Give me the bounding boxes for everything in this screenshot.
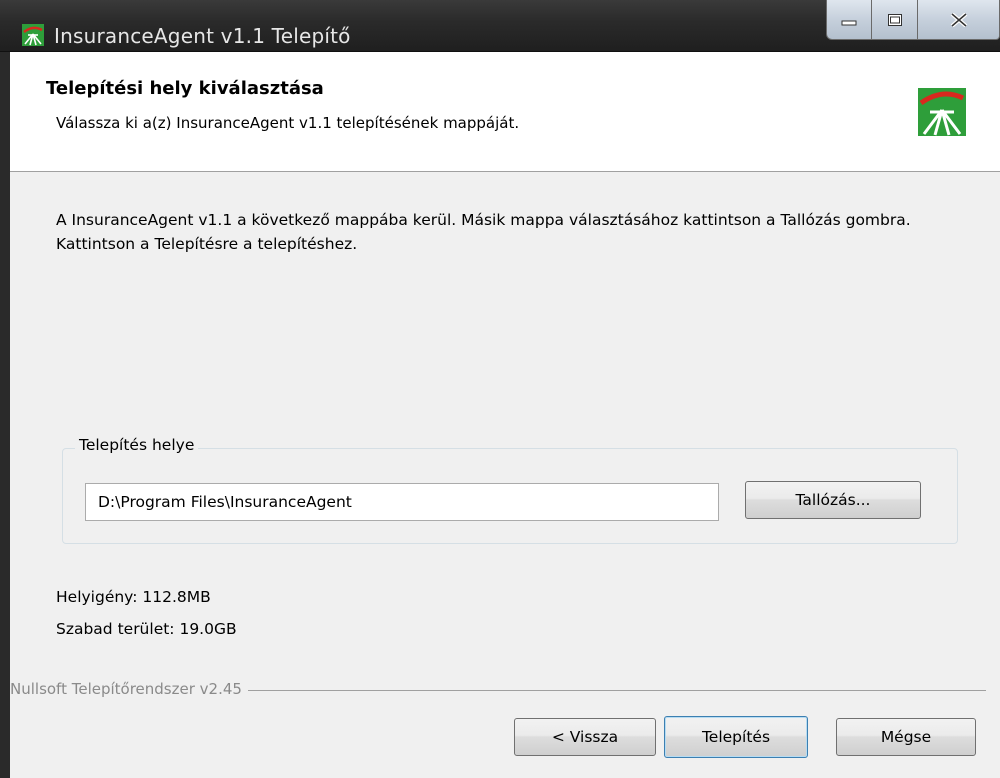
page-header: Telepítési hely kiválasztása Válassza ki… (10, 52, 1000, 172)
browse-button[interactable]: Tallózás... (745, 481, 921, 519)
install-location-group: Telepítés helye Tallózás... (62, 436, 958, 544)
minimize-button[interactable] (826, 0, 872, 40)
cancel-button[interactable]: Mégse (836, 718, 976, 756)
installer-logo-icon (918, 88, 966, 136)
branding-text: Nullsoft Telepítőrendszer v2.45 (10, 680, 248, 698)
maximize-button[interactable] (872, 0, 918, 40)
caption-buttons (826, 0, 1000, 42)
branding-row: Nullsoft Telepítőrendszer v2.45 (10, 680, 986, 700)
maximize-icon (887, 13, 902, 26)
close-icon (950, 12, 967, 27)
install-path-input[interactable] (85, 483, 719, 521)
space-required-text: Helyigény: 112.8MB (56, 588, 211, 606)
page-subtitle: Válassza ki a(z) InsuranceAgent v1.1 tel… (56, 114, 520, 132)
close-button[interactable] (918, 0, 1000, 40)
title-bar[interactable]: InsuranceAgent v1.1 Telepítő (0, 0, 1000, 52)
installer-window: InsuranceAgent v1.1 Telepítő Telepítési … (0, 0, 1000, 778)
back-button[interactable]: < Vissza (514, 718, 656, 756)
window-title: InsuranceAgent v1.1 Telepítő (54, 24, 351, 48)
minimize-icon (841, 20, 857, 25)
instructions-text: A InsuranceAgent v1.1 a következő mappáb… (56, 211, 911, 253)
window-frame-left (0, 52, 10, 778)
install-button[interactable]: Telepítés (664, 716, 808, 758)
space-free-text: Szabad terület: 19.0GB (56, 620, 237, 638)
install-location-label: Telepítés helye (75, 436, 199, 454)
page-title: Telepítési hely kiválasztása (46, 78, 324, 99)
installer-logo-icon (22, 24, 44, 46)
